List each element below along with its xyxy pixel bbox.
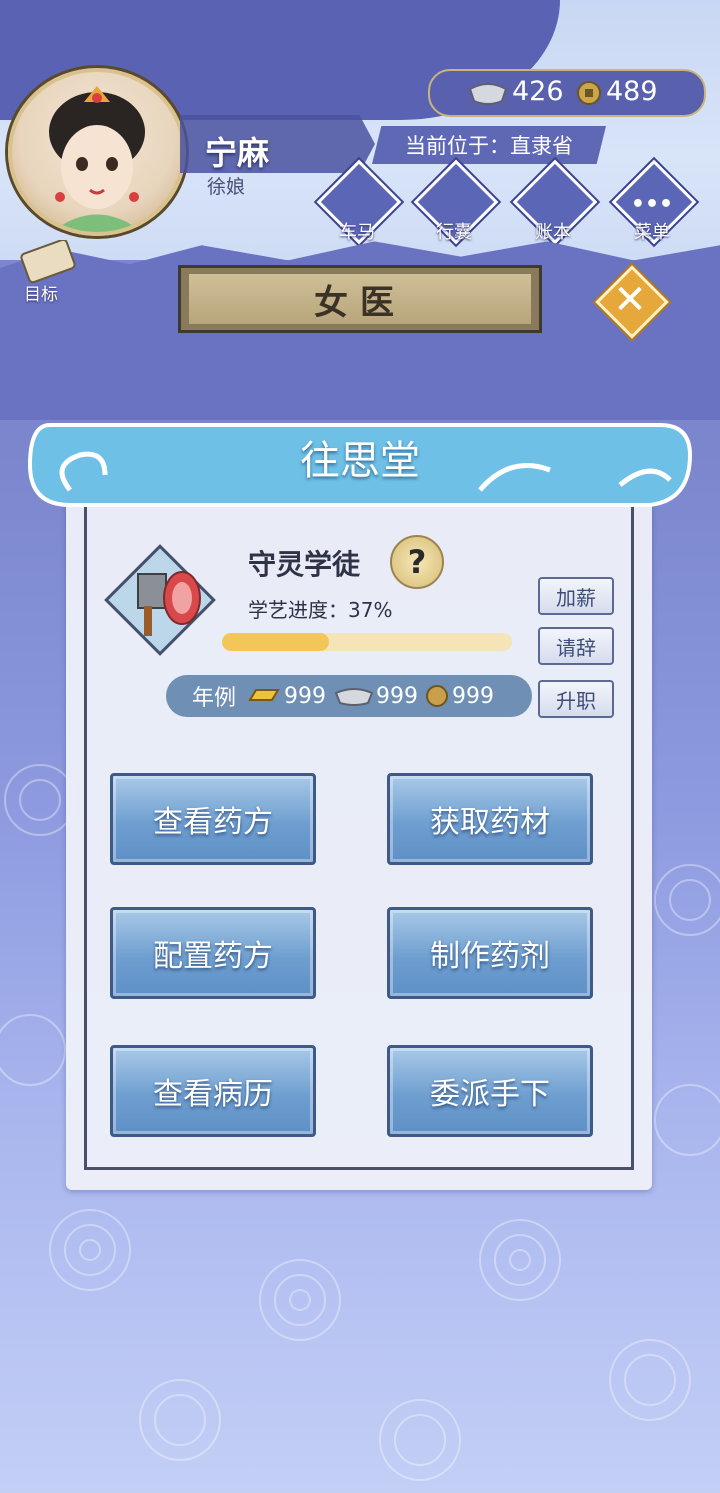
nav-ledger-label: 账本 xyxy=(535,222,571,243)
hall-name: 往思堂 xyxy=(300,438,420,484)
portrait-icon xyxy=(49,86,145,232)
nav-ledger-button[interactable]: 账本 xyxy=(512,159,598,246)
nav-bag-button[interactable]: 行囊 xyxy=(413,159,499,246)
scroll-icon xyxy=(20,238,76,284)
coin-count: 489 xyxy=(606,76,658,107)
goal-label: 目标 xyxy=(24,285,58,305)
job-title: 守灵学徒 xyxy=(248,548,361,581)
nav-menu-button[interactable]: ••• 菜单 xyxy=(611,159,697,246)
menu-dots: ••• xyxy=(630,192,674,217)
assign-subordinate-button[interactable]: 委派手下 xyxy=(387,1045,593,1137)
player-title: 徐娘 xyxy=(207,176,246,198)
location-label: 当前位于：直隶省 xyxy=(372,126,606,164)
help-button[interactable]: ? xyxy=(390,535,444,589)
gold-bar-icon xyxy=(248,689,280,701)
salary-label: 年例 xyxy=(192,686,237,711)
silver-ingot-icon xyxy=(334,688,374,706)
salary-coin: 999 xyxy=(452,683,495,709)
nav-bag-label: 行囊 xyxy=(436,222,472,243)
salary-bar: 年例 999 999 999 xyxy=(166,675,532,717)
raise-salary-button[interactable]: 加薪 xyxy=(538,577,614,615)
compose-prescription-button[interactable]: 配置药方 xyxy=(110,907,316,999)
silver-count: 426 xyxy=(512,76,564,107)
promote-button[interactable]: 升职 xyxy=(538,680,614,718)
coin-icon xyxy=(426,685,449,707)
title-banner-inner: 女医 xyxy=(189,274,531,324)
nav-carriage-button[interactable]: 车马 xyxy=(316,159,402,246)
goal-button[interactable]: 目标 xyxy=(10,238,80,305)
nav-menu-label: 菜单 xyxy=(634,222,670,243)
progress-bar xyxy=(222,633,512,651)
page-title: 女医 xyxy=(314,282,406,323)
currency-bar: 426 489 xyxy=(428,69,706,117)
salary-silver: 999 xyxy=(376,683,419,709)
salary-gold: 999 xyxy=(284,683,327,709)
nav-carriage-label: 车马 xyxy=(339,222,375,243)
resign-button[interactable]: 请辞 xyxy=(538,627,614,665)
view-prescriptions-button[interactable]: 查看药方 xyxy=(110,773,316,865)
get-herbs-button[interactable]: 获取药材 xyxy=(387,773,593,865)
progress-label: 学艺进度：37% xyxy=(248,598,393,622)
coin-icon xyxy=(576,80,602,113)
player-name: 宁麻 xyxy=(205,134,270,172)
avatar[interactable] xyxy=(8,68,186,236)
title-banner: 女医 xyxy=(178,265,542,333)
make-medicine-button[interactable]: 制作药剂 xyxy=(387,907,593,999)
close-icon[interactable]: ✕ xyxy=(598,268,662,332)
silver-ingot-icon xyxy=(468,79,508,114)
view-records-button[interactable]: 查看病历 xyxy=(110,1045,316,1137)
job-icon xyxy=(100,540,220,660)
progress-fill xyxy=(222,633,330,651)
